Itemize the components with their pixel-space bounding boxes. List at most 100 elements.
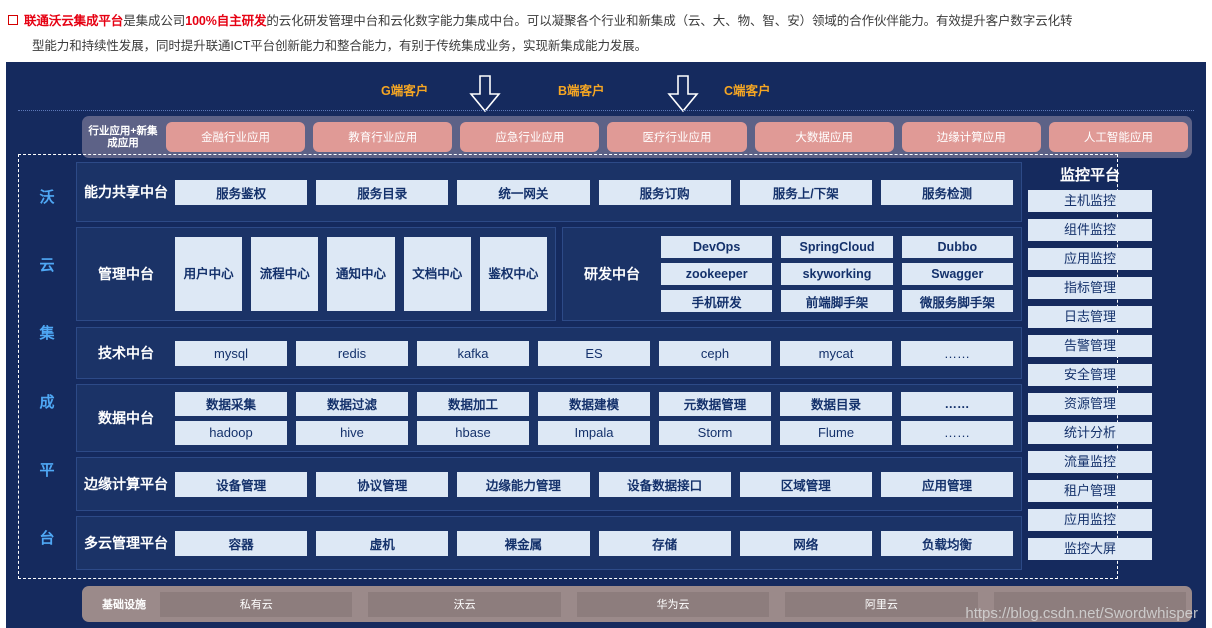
chip-edge-capability-management[interactable]: 边缘能力管理 [457,471,590,497]
row-label-edge: 边缘计算平台 [84,476,168,492]
industry-app-medical[interactable]: 医疗行业应用 [607,122,747,152]
row-data-center: 数据中台 数据采集 数据过滤 数据加工 数据建模 元数据管理 数据目录 …… h… [76,384,1022,452]
monitor-item-host[interactable]: 主机监控 [1028,190,1152,212]
chip-frontend-scaffold[interactable]: 前端脚手架 [781,290,893,312]
chip-mobile-rnd[interactable]: 手机研发 [661,290,773,312]
chip-devops[interactable]: DevOps [661,236,773,258]
row-label-technology: 技术中台 [98,345,154,361]
monitor-item-application-2[interactable]: 应用监控 [1028,509,1152,531]
chip-user-center[interactable]: 用户中心 [175,237,243,311]
monitor-item-resources[interactable]: 资源管理 [1028,393,1152,415]
monitor-item-application[interactable]: 应用监控 [1028,248,1152,270]
chip-ceph[interactable]: ceph [659,340,771,366]
chip-kafka[interactable]: kafka [417,340,529,366]
monitoring-platform-panel: 监控平台 主机监控 组件监控 应用监控 指标管理 日志管理 告警管理 安全管理 … [1028,162,1152,567]
monitor-item-statistics[interactable]: 统计分析 [1028,422,1152,444]
chip-notification-center[interactable]: 通知中心 [327,237,395,311]
platform-rows: 能力共享中台 服务鉴权 服务目录 统一网关 服务订购 服务上/下架 服务检测 管… [76,162,1022,572]
monitor-item-alerts[interactable]: 告警管理 [1028,335,1152,357]
monitor-item-tenant[interactable]: 租户管理 [1028,480,1152,502]
industry-app-finance[interactable]: 金融行业应用 [166,122,306,152]
chip-hbase[interactable]: hbase [417,420,529,445]
chip-document-center[interactable]: 文档中心 [403,237,471,311]
chip-hive[interactable]: hive [296,420,408,445]
chip-bare-metal[interactable]: 裸金属 [457,530,590,556]
chip-flume[interactable]: Flume [780,420,892,445]
monitor-item-logs[interactable]: 日志管理 [1028,306,1152,328]
monitor-item-dashboard[interactable]: 监控大屏 [1028,538,1152,560]
chip-process-center[interactable]: 流程中心 [251,237,319,311]
industry-app-edge-computing[interactable]: 边缘计算应用 [901,122,1041,152]
monitor-item-component[interactable]: 组件监控 [1028,219,1152,241]
monitor-item-security[interactable]: 安全管理 [1028,364,1152,386]
chip-service-auth[interactable]: 服务鉴权 [175,179,308,205]
row-management-and-rnd: 管理中台 用户中心 流程中心 通知中心 文档中心 鉴权中心 研发中台 DevOp… [76,227,1022,321]
chip-redis[interactable]: redis [296,340,408,366]
chip-mycat[interactable]: mycat [780,340,892,366]
chip-auth-center[interactable]: 鉴权中心 [479,237,548,311]
industry-app-emergency[interactable]: 应急行业应用 [460,122,600,152]
description-header: 联通沃云集成平台是集成公司100%自主研发的云化研发管理中台和云化数字能力集成中… [0,0,1212,62]
vertical-char-4: 平 [39,461,55,479]
infra-private-cloud[interactable]: 私有云 [160,591,353,617]
chip-storm[interactable]: Storm [659,420,771,445]
slide-root: 联通沃云集成平台是集成公司100%自主研发的云化研发管理中台和云化数字能力集成中… [0,0,1212,628]
industry-app-bigdata[interactable]: 大数据应用 [754,122,894,152]
chip-service-shelf[interactable]: 服务上/下架 [739,179,872,205]
row-items-data: 数据采集 数据过滤 数据加工 数据建模 元数据管理 数据目录 …… hadoop… [175,391,1021,445]
chip-container[interactable]: 容器 [175,530,308,556]
monitor-item-metrics[interactable]: 指标管理 [1028,277,1152,299]
chip-device-management[interactable]: 设备管理 [175,471,308,497]
vertical-char-3: 成 [39,393,55,411]
chip-es[interactable]: ES [538,340,650,366]
industry-app-ai[interactable]: 人工智能应用 [1048,122,1188,152]
chip-protocol-management[interactable]: 协议管理 [316,471,449,497]
row-capability-sharing: 能力共享中台 服务鉴权 服务目录 统一网关 服务订购 服务上/下架 服务检测 [76,162,1022,222]
row-items-technology: mysql redis kafka ES ceph mycat …… [175,340,1021,366]
chip-data-catalog[interactable]: 数据目录 [780,391,892,416]
chip-load-balancing[interactable]: 负载均衡 [880,530,1014,556]
infra-huawei-cloud[interactable]: 华为云 [576,591,770,617]
industry-applications-strip: 行业应用+新集成应用 金融行业应用 教育行业应用 应急行业应用 医疗行业应用 大… [82,116,1192,158]
row-label-multicloud: 多云管理平台 [84,535,168,551]
chip-service-detection[interactable]: 服务检测 [880,179,1014,205]
row-items-data-line-2: hadoop hive hbase Impala Storm Flume …… [175,420,1013,445]
chip-service-catalog[interactable]: 服务目录 [316,179,449,205]
infra-wo-cloud[interactable]: 沃云 [368,591,561,617]
chip-data-more-2[interactable]: …… [901,420,1013,445]
row-rnd-center: 研发中台 DevOps SpringCloud Dubbo zookeeper … [562,227,1022,321]
chip-network[interactable]: 网络 [739,530,872,556]
chip-region-management[interactable]: 区域管理 [739,471,872,497]
dotted-divider [18,110,1194,111]
chip-unified-gateway[interactable]: 统一网关 [457,179,590,205]
chip-springcloud[interactable]: SpringCloud [781,236,893,258]
chip-technology-more[interactable]: …… [901,340,1013,366]
chip-data-processing[interactable]: 数据加工 [417,391,529,416]
chip-virtual-machine[interactable]: 虚机 [316,530,449,556]
industry-applications-label: 行业应用+新集成应用 [88,125,158,149]
chip-storage[interactable]: 存储 [598,530,731,556]
infra-aliyun-cloud[interactable]: 阿里云 [785,591,978,617]
chip-hadoop[interactable]: hadoop [175,420,287,445]
chip-data-more-1[interactable]: …… [901,391,1013,416]
chip-dubbo[interactable]: Dubbo [901,236,1013,258]
chip-data-collection[interactable]: 数据采集 [175,391,287,416]
industry-app-education[interactable]: 教育行业应用 [313,122,453,152]
chip-service-subscription[interactable]: 服务订购 [598,179,731,205]
row-edge-computing: 边缘计算平台 设备管理 协议管理 边缘能力管理 设备数据接口 区域管理 应用管理 [76,457,1022,511]
chip-impala[interactable]: Impala [538,420,650,445]
monitor-item-traffic[interactable]: 流量监控 [1028,451,1152,473]
description-line-1: 联通沃云集成平台是集成公司100%自主研发的云化研发管理中台和云化数字能力集成中… [8,9,1204,34]
chip-device-data-interface[interactable]: 设备数据接口 [598,471,731,497]
chip-data-modeling[interactable]: 数据建模 [538,391,650,416]
chip-swagger[interactable]: Swagger [901,263,1013,285]
row-items-data-line-1: 数据采集 数据过滤 数据加工 数据建模 元数据管理 数据目录 …… [175,391,1013,416]
chip-mysql[interactable]: mysql [175,340,287,366]
chip-zookeeper[interactable]: zookeeper [661,263,773,285]
chip-data-filter[interactable]: 数据过滤 [296,391,408,416]
chip-application-management[interactable]: 应用管理 [880,471,1014,497]
row-label-management: 管理中台 [98,266,154,282]
chip-metadata-management[interactable]: 元数据管理 [659,391,771,416]
chip-microservice-scaffold[interactable]: 微服务脚手架 [901,290,1013,312]
chip-skyworking[interactable]: skyworking [781,263,893,285]
